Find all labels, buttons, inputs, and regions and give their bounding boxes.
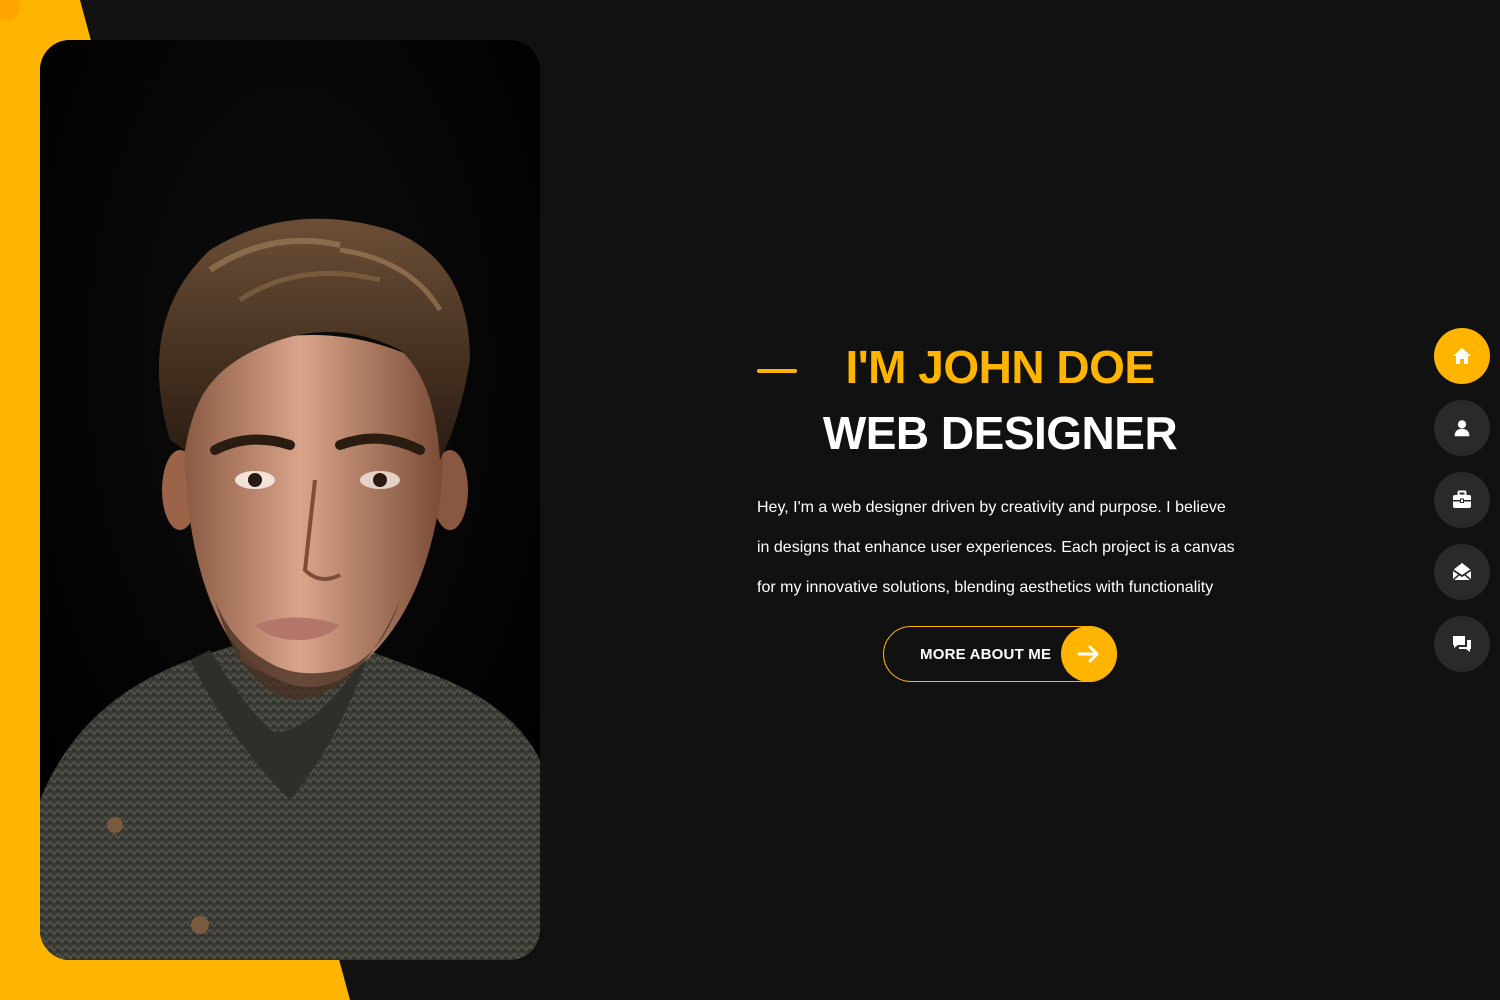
nav-blog-button[interactable]	[1434, 616, 1490, 672]
user-icon	[1454, 420, 1470, 437]
intro-section: I'M JOHN DOE WEB DESIGNER Hey, I'm a web…	[757, 338, 1247, 608]
arrow-right-icon	[1061, 626, 1117, 682]
greeting-heading: I'M JOHN DOE	[845, 341, 1155, 393]
bio-line: in designs that enhance user experiences…	[757, 539, 1235, 556]
more-about-me-button[interactable]: MORE ABOUT ME	[883, 626, 1117, 682]
nav-home-button[interactable]	[1434, 328, 1490, 384]
more-about-me-label: MORE ABOUT ME	[920, 645, 1052, 663]
briefcase-icon	[1453, 490, 1471, 508]
home-icon	[1453, 348, 1471, 364]
role-heading: WEB DESIGNER	[822, 407, 1178, 459]
profile-photo	[40, 40, 540, 960]
chat-icon	[1453, 636, 1471, 652]
nav-contact-button[interactable]	[1434, 544, 1490, 600]
bio-line: Hey, I'm a web designer driven by creati…	[757, 499, 1226, 516]
bio-line: for my innovative solutions, blending ae…	[757, 579, 1214, 596]
nav-about-button[interactable]	[1434, 400, 1490, 456]
accent-line	[757, 369, 797, 373]
side-navigation	[1434, 328, 1490, 688]
envelope-icon	[1452, 563, 1472, 581]
bio-paragraph: Hey, I'm a web designer driven by creati…	[757, 488, 1247, 608]
nav-portfolio-button[interactable]	[1434, 472, 1490, 528]
home-page: I'M JOHN DOE WEB DESIGNER Hey, I'm a web…	[0, 0, 1500, 1000]
